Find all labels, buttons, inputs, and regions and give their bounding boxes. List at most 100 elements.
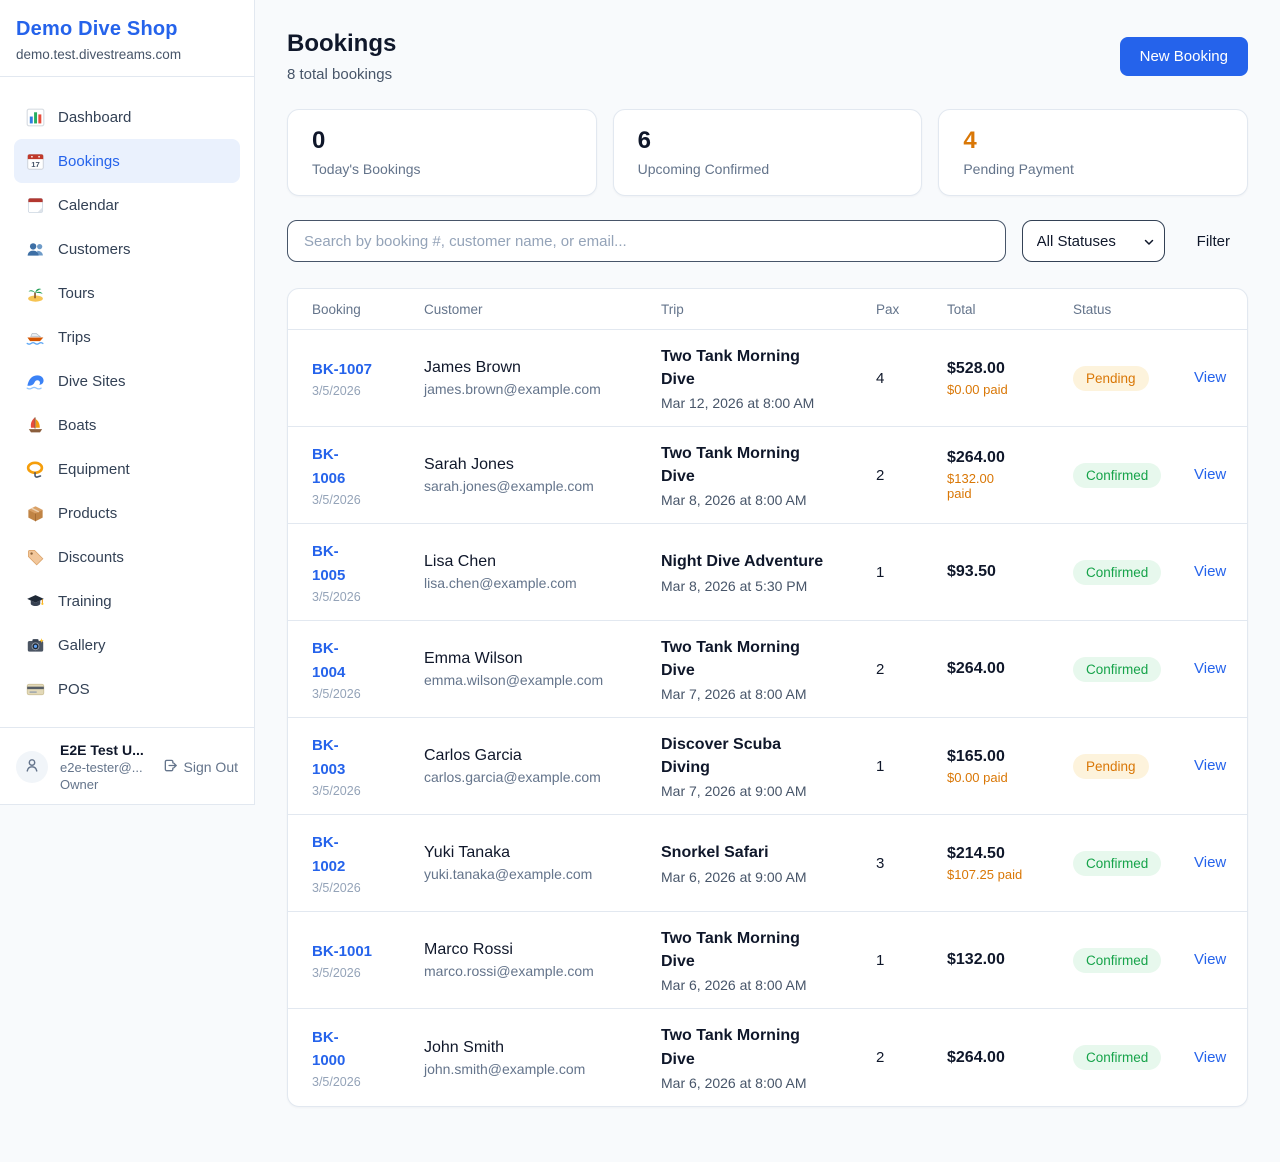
stats-row: 0Today's Bookings6Upcoming Confirmed4Pen… [287, 109, 1248, 196]
people-icon [26, 240, 45, 259]
table-row: BK-10023/5/2026Yuki Tanakayuki.tanaka@ex… [288, 815, 1247, 912]
sidebar-item-training[interactable]: Training [14, 579, 240, 623]
sidebar-item-boats[interactable]: Boats [14, 403, 240, 447]
sailboat-icon [26, 416, 45, 435]
table-row: BK-10073/5/2026James Brownjames.brown@ex… [288, 330, 1247, 427]
trip-datetime: Mar 6, 2026 at 8:00 AM [661, 977, 876, 993]
actions-cell: View [1194, 1049, 1226, 1067]
sidebar-item-dive-sites[interactable]: Dive Sites [14, 359, 240, 403]
trip-cell: Discover Scuba DivingMar 7, 2026 at 9:00… [661, 733, 876, 799]
main-content: Bookings 8 total bookings New Booking 0T… [255, 0, 1280, 1139]
actions-cell: View [1194, 951, 1226, 969]
sidebar-item-label: Boats [58, 417, 96, 434]
booking-link[interactable]: BK-1002 [312, 831, 358, 878]
new-booking-button[interactable]: New Booking [1120, 37, 1248, 76]
sidebar-item-label: Products [58, 505, 117, 522]
total-amount: $93.50 [947, 563, 1073, 581]
view-booking-link[interactable]: View [1194, 1049, 1226, 1066]
sidebar-item-pos[interactable]: POS [14, 667, 240, 711]
table-row: BK-10033/5/2026Carlos Garciacarlos.garci… [288, 718, 1247, 815]
bar-chart-icon [26, 108, 45, 127]
sidebar-item-tours[interactable]: Tours [14, 271, 240, 315]
sidebar-item-label: Tours [58, 285, 95, 302]
sidebar-item-equipment[interactable]: Equipment [14, 447, 240, 491]
customer-name: Carlos Garcia [424, 747, 661, 765]
island-icon [26, 284, 45, 303]
total-cell: $264.00 [947, 660, 1073, 678]
sidebar-item-label: Dashboard [58, 109, 131, 126]
view-booking-link[interactable]: View [1194, 854, 1226, 871]
page-title-block: Bookings 8 total bookings [287, 30, 396, 83]
customer-name: John Smith [424, 1039, 661, 1057]
shop-name: Demo Dive Shop [16, 18, 238, 41]
stat-label: Upcoming Confirmed [638, 161, 898, 177]
view-booking-link[interactable]: View [1194, 369, 1226, 386]
search-input[interactable] [287, 220, 1006, 262]
total-cell: $214.50$107.25 paid [947, 845, 1073, 882]
paid-amount: $0.00 paid [947, 770, 1073, 785]
sidebar-item-dashboard[interactable]: Dashboard [14, 95, 240, 139]
sidebar-item-label: Training [58, 593, 112, 610]
status-cell: Pending [1073, 754, 1194, 779]
pax-value: 2 [876, 1049, 947, 1066]
sidebar-item-products[interactable]: Products [14, 491, 240, 535]
booking-date: 3/5/2026 [312, 687, 424, 701]
view-booking-link[interactable]: View [1194, 466, 1226, 483]
booking-link[interactable]: BK-1004 [312, 637, 358, 684]
table-row: BK-10003/5/2026John Smithjohn.smith@exam… [288, 1009, 1247, 1106]
booking-link[interactable]: BK-1006 [312, 443, 358, 490]
booking-link[interactable]: BK-1005 [312, 540, 358, 587]
booking-date: 3/5/2026 [312, 384, 424, 398]
pax-value: 2 [876, 467, 947, 484]
customer-cell: Emma Wilsonemma.wilson@example.com [424, 650, 661, 688]
customer-name: James Brown [424, 359, 661, 377]
sidebar-item-label: Discounts [58, 549, 124, 566]
customer-name: Yuki Tanaka [424, 844, 661, 862]
user-info: E2E Test U... e2e-tester@... Owner [60, 742, 151, 792]
customer-cell: Sarah Jonessarah.jones@example.com [424, 456, 661, 494]
calendar-date-icon: 17 [26, 152, 45, 171]
column-header-total: Total [947, 302, 1073, 317]
customer-name: Sarah Jones [424, 456, 661, 474]
page-title: Bookings [287, 30, 396, 58]
trip-name: Night Dive Adventure [661, 550, 831, 573]
shop-domain: demo.test.divestreams.com [16, 47, 238, 62]
sidebar-item-label: Calendar [58, 197, 119, 214]
booking-date: 3/5/2026 [312, 1075, 424, 1089]
sign-out-button[interactable]: Sign Out [163, 758, 238, 776]
status-badge: Confirmed [1073, 1045, 1161, 1070]
credit-card-icon [26, 680, 45, 699]
view-booking-link[interactable]: View [1194, 660, 1226, 677]
sidebar-item-customers[interactable]: Customers [14, 227, 240, 271]
svg-text:17: 17 [31, 159, 40, 168]
sidebar-item-discounts[interactable]: Discounts [14, 535, 240, 579]
trip-name: Two Tank Morning Dive [661, 927, 831, 973]
view-booking-link[interactable]: View [1194, 951, 1226, 968]
status-filter-select[interactable]: All Statuses [1022, 220, 1165, 262]
booking-link[interactable]: BK-1000 [312, 1026, 358, 1073]
sidebar-item-label: Gallery [58, 637, 106, 654]
filters-row: All Statuses Filter [287, 220, 1248, 262]
wave-icon [26, 372, 45, 391]
actions-cell: View [1194, 660, 1226, 678]
trip-name: Two Tank Morning Dive [661, 442, 831, 488]
view-booking-link[interactable]: View [1194, 563, 1226, 580]
trip-cell: Two Tank Morning DiveMar 12, 2026 at 8:0… [661, 345, 876, 411]
sidebar-item-trips[interactable]: Trips [14, 315, 240, 359]
status-cell: Confirmed [1073, 657, 1194, 682]
sidebar-item-bookings[interactable]: 17Bookings [14, 139, 240, 183]
sidebar-item-calendar[interactable]: Calendar [14, 183, 240, 227]
booking-link[interactable]: BK-1001 [312, 940, 372, 963]
customer-email: emma.wilson@example.com [424, 672, 661, 688]
filter-button[interactable]: Filter [1181, 233, 1248, 250]
trip-cell: Two Tank Morning DiveMar 6, 2026 at 8:00… [661, 1024, 876, 1090]
trip-cell: Two Tank Morning Dive Mar 6, 2026 at 8:00… [661, 927, 876, 993]
trip-datetime: Mar 8, 2026 at 5:30 PM [661, 578, 876, 594]
view-booking-link[interactable]: View [1194, 757, 1226, 774]
sidebar-item-gallery[interactable]: Gallery [14, 623, 240, 667]
booking-cell: BK-10053/5/2026 [312, 540, 424, 604]
pax-value: 1 [876, 952, 947, 969]
booking-link[interactable]: BK-1007 [312, 358, 372, 381]
booking-link[interactable]: BK-1003 [312, 734, 358, 781]
avatar [16, 751, 48, 783]
